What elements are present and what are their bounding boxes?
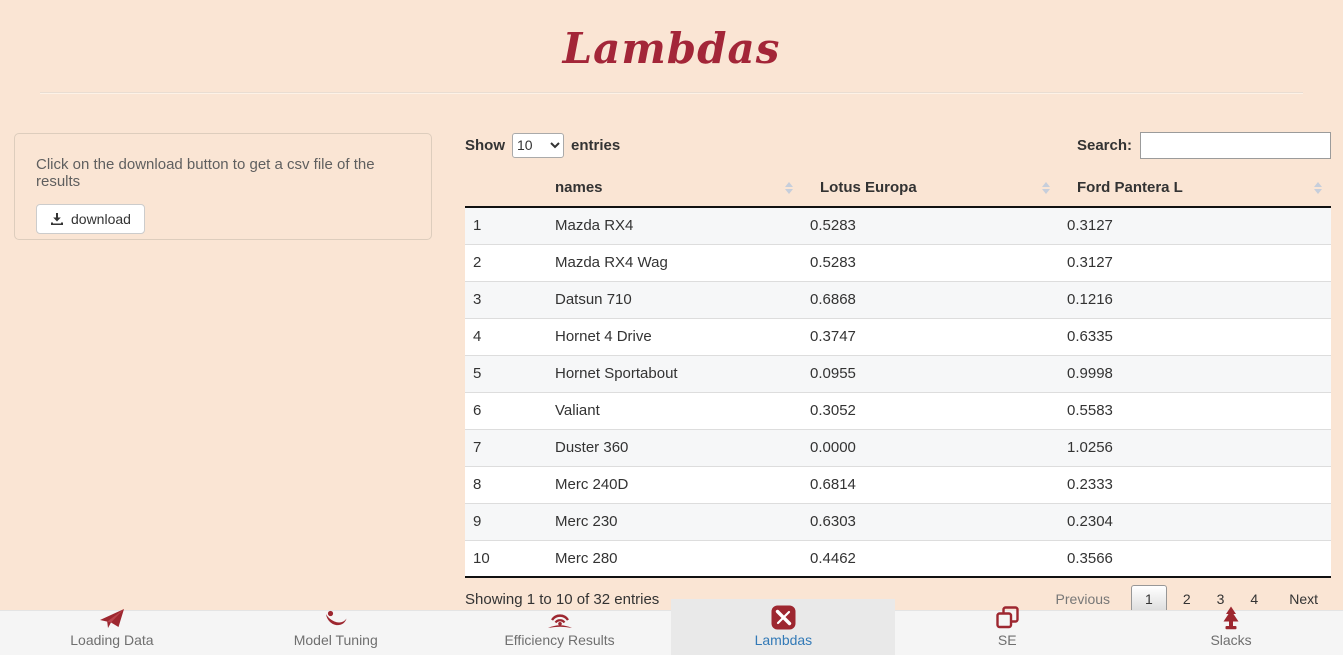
cell-name: Merc 230 bbox=[547, 503, 802, 540]
table-row[interactable]: 1 Mazda RX4 0.5283 0.3127 bbox=[465, 207, 1331, 244]
search-label: Search: bbox=[1077, 137, 1132, 154]
cell-lotus: 0.5283 bbox=[802, 207, 1059, 244]
table-row[interactable]: 8 Merc 240D 0.6814 0.2333 bbox=[465, 466, 1331, 503]
cell-lotus: 0.4462 bbox=[802, 540, 1059, 577]
tree-icon bbox=[1220, 606, 1242, 630]
sort-icon[interactable] bbox=[1042, 182, 1050, 194]
sort-icon[interactable] bbox=[1314, 182, 1322, 194]
app-screen: Lambdas Click on the download button to … bbox=[0, 0, 1343, 655]
cell-name: Datsun 710 bbox=[547, 281, 802, 318]
navbar-tabs: Loading Data Model Tuning Efficiency bbox=[0, 599, 1343, 655]
cell-ford: 0.3127 bbox=[1059, 244, 1331, 281]
download-hint-text: Click on the download button to get a cs… bbox=[36, 156, 410, 190]
cell-name: Hornet Sportabout bbox=[547, 355, 802, 392]
cell-lotus: 0.6868 bbox=[802, 281, 1059, 318]
cell-name: Valiant bbox=[547, 392, 802, 429]
tab-label: Slacks bbox=[1210, 632, 1251, 648]
search-control: Search: bbox=[1077, 132, 1331, 159]
tab-slacks[interactable]: Slacks bbox=[1119, 599, 1343, 655]
table-row[interactable]: 9 Merc 230 0.6303 0.2304 bbox=[465, 503, 1331, 540]
download-icon bbox=[50, 212, 64, 226]
tab-model-tuning[interactable]: Model Tuning bbox=[224, 599, 448, 655]
cell-lotus: 0.0955 bbox=[802, 355, 1059, 392]
cell-ford: 1.0256 bbox=[1059, 429, 1331, 466]
row-index: 3 bbox=[465, 281, 547, 318]
header-names-label: names bbox=[555, 179, 603, 196]
row-index: 5 bbox=[465, 355, 547, 392]
header-ford-label: Ford Pantera L bbox=[1077, 179, 1183, 196]
cell-lotus: 0.0000 bbox=[802, 429, 1059, 466]
cell-name: Hornet 4 Drive bbox=[547, 318, 802, 355]
table-row[interactable]: 7 Duster 360 0.0000 1.0256 bbox=[465, 429, 1331, 466]
copy-squares-icon bbox=[995, 606, 1020, 630]
row-index: 7 bbox=[465, 429, 547, 466]
header-index bbox=[465, 169, 547, 207]
crescent-icon bbox=[324, 606, 348, 630]
tab-label: Loading Data bbox=[70, 632, 153, 648]
cell-name: Merc 240D bbox=[547, 466, 802, 503]
table-row[interactable]: 5 Hornet Sportabout 0.0955 0.9998 bbox=[465, 355, 1331, 392]
header-ford-pantera[interactable]: Ford Pantera L bbox=[1059, 169, 1331, 207]
results-table: names Lotus Europa Ford Pantera L 1 bbox=[465, 169, 1331, 578]
show-label: Show bbox=[465, 137, 505, 154]
cell-ford: 0.2304 bbox=[1059, 503, 1331, 540]
cell-name: Duster 360 bbox=[547, 429, 802, 466]
tab-lambdas[interactable]: Lambdas bbox=[671, 599, 895, 655]
page-title: Lambdas bbox=[0, 24, 1343, 73]
header-divider bbox=[40, 92, 1303, 94]
tab-label: Lambdas bbox=[755, 632, 813, 648]
row-index: 1 bbox=[465, 207, 547, 244]
tab-efficiency-results[interactable]: Efficiency Results bbox=[448, 599, 672, 655]
table-row[interactable]: 4 Hornet 4 Drive 0.3747 0.6335 bbox=[465, 318, 1331, 355]
cell-name: Mazda RX4 Wag bbox=[547, 244, 802, 281]
page-length-control: Show 10 entries bbox=[465, 133, 620, 158]
sort-icon[interactable] bbox=[785, 182, 793, 194]
cell-ford: 0.9998 bbox=[1059, 355, 1331, 392]
table-row[interactable]: 6 Valiant 0.3052 0.5583 bbox=[465, 392, 1331, 429]
tab-loading-data[interactable]: Loading Data bbox=[0, 599, 224, 655]
search-input[interactable] bbox=[1140, 132, 1331, 159]
cell-ford: 0.5583 bbox=[1059, 392, 1331, 429]
download-button[interactable]: download bbox=[36, 204, 145, 234]
table-row[interactable]: 2 Mazda RX4 Wag 0.5283 0.3127 bbox=[465, 244, 1331, 281]
signal-waves-icon bbox=[546, 606, 574, 630]
cell-ford: 0.3566 bbox=[1059, 540, 1331, 577]
cell-ford: 0.1216 bbox=[1059, 281, 1331, 318]
table-header-row: names Lotus Europa Ford Pantera L bbox=[465, 169, 1331, 207]
cell-lotus: 0.3747 bbox=[802, 318, 1059, 355]
entries-label: entries bbox=[571, 137, 620, 154]
row-index: 4 bbox=[465, 318, 547, 355]
paper-plane-icon bbox=[99, 606, 125, 630]
cell-ford: 0.6335 bbox=[1059, 318, 1331, 355]
table-row[interactable]: 10 Merc 280 0.4462 0.3566 bbox=[465, 540, 1331, 577]
header-names[interactable]: names bbox=[547, 169, 802, 207]
cell-lotus: 0.6814 bbox=[802, 466, 1059, 503]
cell-name: Merc 280 bbox=[547, 540, 802, 577]
header-lotus-europa[interactable]: Lotus Europa bbox=[802, 169, 1059, 207]
page-length-select[interactable]: 10 bbox=[512, 133, 564, 158]
tab-label: Model Tuning bbox=[294, 632, 378, 648]
cell-lotus: 0.6303 bbox=[802, 503, 1059, 540]
row-index: 2 bbox=[465, 244, 547, 281]
row-index: 6 bbox=[465, 392, 547, 429]
plane-badge-icon bbox=[771, 606, 796, 630]
download-button-label: download bbox=[71, 211, 131, 227]
cell-lotus: 0.5283 bbox=[802, 244, 1059, 281]
tab-se[interactable]: SE bbox=[895, 599, 1119, 655]
tab-label: Efficiency Results bbox=[504, 632, 614, 648]
table-controls: Show 10 entries Search: bbox=[465, 130, 1331, 160]
row-index: 9 bbox=[465, 503, 547, 540]
datatable-region: Show 10 entries Search: names bbox=[465, 130, 1331, 613]
tab-label: SE bbox=[998, 632, 1017, 648]
cell-lotus: 0.3052 bbox=[802, 392, 1059, 429]
cell-name: Mazda RX4 bbox=[547, 207, 802, 244]
cell-ford: 0.3127 bbox=[1059, 207, 1331, 244]
row-index: 8 bbox=[465, 466, 547, 503]
download-panel: Click on the download button to get a cs… bbox=[14, 133, 432, 240]
header-lotus-label: Lotus Europa bbox=[820, 179, 917, 196]
cell-ford: 0.2333 bbox=[1059, 466, 1331, 503]
row-index: 10 bbox=[465, 540, 547, 577]
table-row[interactable]: 3 Datsun 710 0.6868 0.1216 bbox=[465, 281, 1331, 318]
